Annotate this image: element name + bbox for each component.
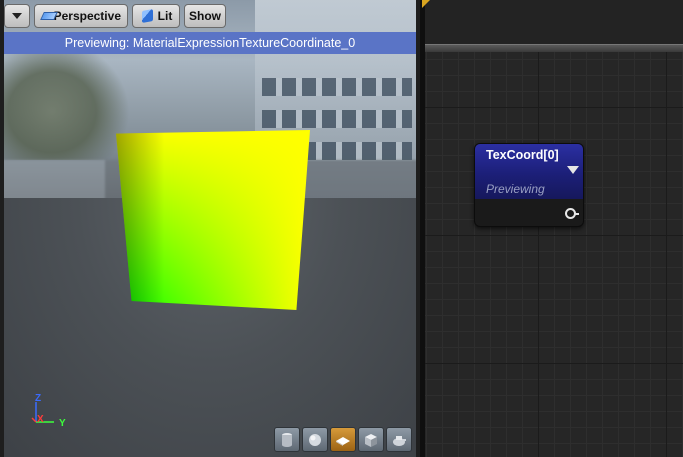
- chevron-down-icon: [12, 13, 22, 19]
- cylinder-icon: [282, 432, 292, 447]
- graph-header-area: [425, 0, 683, 44]
- background-windows: [262, 110, 412, 128]
- graph-title-bar: [425, 44, 683, 52]
- texcoord-node[interactable]: TexCoord[0] Previewing: [474, 143, 584, 227]
- show-label: Show: [189, 9, 221, 23]
- preview-mesh-shading: [116, 130, 310, 310]
- perspective-label: Perspective: [53, 9, 121, 23]
- preview-banner: Previewing: MaterialExpressionTextureCoo…: [4, 32, 416, 54]
- plane-icon: [336, 436, 350, 446]
- node-title: TexCoord[0]: [486, 148, 559, 162]
- axis-z-label: Z: [35, 393, 42, 404]
- preview-custom-mesh-button[interactable]: [386, 427, 412, 452]
- material-editor: Perspective Lit Show Previewing: Materia…: [0, 0, 683, 457]
- background-trees: [0, 40, 130, 160]
- preview-viewport[interactable]: Perspective Lit Show Previewing: Materia…: [0, 0, 420, 457]
- preview-cylinder-button[interactable]: [274, 427, 300, 452]
- axis-gizmo: Z X Y: [28, 392, 76, 432]
- teapot-icon: [393, 435, 406, 446]
- cube-icon: [365, 433, 377, 447]
- node-status: Previewing: [486, 182, 545, 196]
- perspective-button[interactable]: Perspective: [34, 4, 128, 28]
- axis-y-label: Y: [59, 418, 66, 429]
- perspective-icon: [40, 10, 58, 22]
- viewport-options-button[interactable]: [4, 4, 30, 28]
- preview-plane-button[interactable]: [330, 427, 356, 452]
- preview-banner-text: Previewing: MaterialExpressionTextureCoo…: [64, 36, 356, 50]
- background-windows: [262, 78, 412, 96]
- output-pin-stub: [575, 213, 579, 215]
- material-graph-canvas[interactable]: [420, 0, 683, 457]
- lit-button[interactable]: Lit: [132, 4, 180, 28]
- lit-label: Lit: [157, 9, 173, 23]
- lit-cube-icon: [140, 9, 154, 23]
- preview-sphere-button[interactable]: [302, 427, 328, 452]
- axis-x-label: X: [37, 414, 44, 425]
- collapse-arrow-icon[interactable]: [567, 166, 579, 174]
- preview-cube-button[interactable]: [358, 427, 384, 452]
- viewport-border-left: [0, 0, 4, 457]
- panel-splitter[interactable]: [420, 0, 425, 457]
- show-button[interactable]: Show: [184, 4, 226, 28]
- sphere-icon: [309, 433, 321, 446]
